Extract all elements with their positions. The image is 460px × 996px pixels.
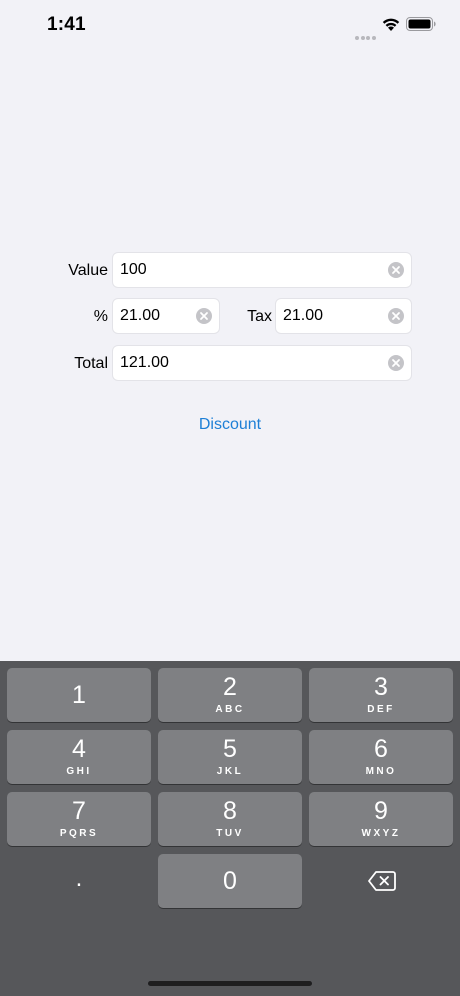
key-letters: TUV: [216, 828, 244, 839]
key-6[interactable]: 6 MNO: [309, 730, 453, 784]
key-2[interactable]: 2 ABC: [158, 668, 302, 722]
cellular-signal-icon: [355, 27, 377, 40]
key-digit: 1: [72, 681, 86, 709]
key-5[interactable]: 5 JKL: [158, 730, 302, 784]
key-0[interactable]: 0: [158, 854, 302, 908]
key-9[interactable]: 9 WXYZ: [309, 792, 453, 846]
key-digit: 8: [223, 797, 237, 825]
key-decimal[interactable]: .: [7, 854, 151, 908]
home-indicator[interactable]: [148, 981, 312, 986]
value-field[interactable]: 100: [112, 252, 412, 288]
value-field-text: 100: [120, 261, 147, 278]
key-letters: ABC: [215, 704, 245, 715]
key-7[interactable]: 7 PQRS: [7, 792, 151, 846]
battery-icon: [406, 17, 436, 31]
clear-icon[interactable]: [196, 308, 212, 324]
clear-icon[interactable]: [388, 262, 404, 278]
percent-label: %: [93, 308, 108, 325]
wifi-icon: [381, 16, 401, 32]
key-4[interactable]: 4 GHI: [7, 730, 151, 784]
key-digit: 4: [72, 735, 86, 763]
percent-field[interactable]: 21.00: [112, 298, 220, 334]
numeric-keypad: 1 2 ABC 3 DEF 4 GHI 5 JKL 6 MNO 7 PQRS 8…: [0, 661, 460, 996]
key-8[interactable]: 8 TUV: [158, 792, 302, 846]
backspace-icon: [368, 870, 396, 892]
total-field[interactable]: 121.00: [112, 345, 412, 381]
key-1[interactable]: 1: [7, 668, 151, 722]
key-digit: 5: [223, 735, 237, 763]
key-letters: WXYZ: [361, 828, 401, 839]
status-bar: 1:41: [0, 0, 460, 50]
total-label: Total: [74, 355, 108, 372]
clear-icon[interactable]: [388, 308, 404, 324]
key-digit: 3: [374, 673, 388, 701]
key-letters: DEF: [367, 704, 395, 715]
key-letters: PQRS: [59, 828, 99, 839]
key-digit: 0: [223, 867, 237, 895]
total-field-text: 121.00: [120, 354, 169, 371]
percent-field-text: 21.00: [120, 307, 161, 324]
key-letters: MNO: [365, 766, 397, 777]
tax-field[interactable]: 21.00: [275, 298, 412, 334]
key-digit: 9: [374, 797, 388, 825]
status-time: 1:41: [47, 14, 86, 35]
tax-label: Tax: [247, 308, 272, 325]
value-label: Value: [68, 262, 108, 279]
clear-icon[interactable]: [388, 355, 404, 371]
key-digit: 2: [223, 673, 237, 701]
discount-button[interactable]: Discount: [0, 414, 460, 436]
key-digit: 6: [374, 735, 388, 763]
key-3[interactable]: 3 DEF: [309, 668, 453, 722]
key-decimal-glyph: .: [75, 865, 83, 892]
key-digit: 7: [72, 797, 86, 825]
key-delete[interactable]: [309, 854, 453, 908]
key-letters: JKL: [216, 766, 244, 777]
key-letters: GHI: [66, 766, 92, 777]
tax-field-text: 21.00: [283, 307, 324, 324]
